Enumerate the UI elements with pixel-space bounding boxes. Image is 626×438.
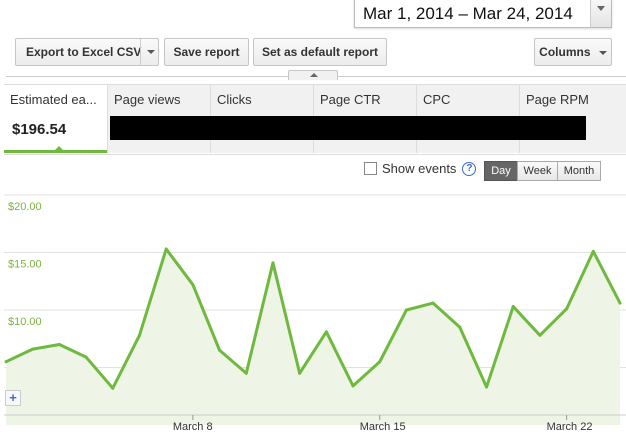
export-dropdown-icon[interactable] xyxy=(147,50,155,54)
redacted-metric-values xyxy=(110,116,586,140)
metric-tab-estimated-earnings[interactable]: Estimated ea... $196.54 xyxy=(4,85,108,153)
metric-label: Page views xyxy=(114,92,181,107)
data-point xyxy=(618,301,622,305)
data-point xyxy=(4,360,8,364)
data-point xyxy=(191,283,195,287)
show-events-label: Show events xyxy=(382,161,457,176)
export-dropdown-divider xyxy=(140,39,141,65)
x-tick-label: March 15 xyxy=(360,421,406,433)
data-point xyxy=(591,249,595,253)
export-csv-label: Export to Excel CSV xyxy=(26,45,142,59)
date-range-picker[interactable]: Mar 1, 2014 – Mar 24, 2014 xyxy=(354,0,612,28)
columns-dropdown-icon xyxy=(598,50,607,55)
data-point xyxy=(164,247,168,251)
expand-icon[interactable]: + xyxy=(5,390,21,406)
y-tick-label: $20.00 xyxy=(8,201,42,213)
metric-label: Page CTR xyxy=(320,92,381,107)
metric-label: Clicks xyxy=(217,92,252,107)
data-point xyxy=(137,333,141,337)
collapse-toolbar-icon[interactable] xyxy=(288,70,338,80)
data-point xyxy=(511,305,515,309)
data-point xyxy=(431,301,435,305)
data-point xyxy=(218,348,222,352)
data-point xyxy=(404,308,408,312)
data-point xyxy=(271,261,275,265)
data-point xyxy=(565,307,569,311)
y-tick-label: $10.00 xyxy=(8,316,42,328)
series-area xyxy=(6,249,620,425)
earnings-chart: $20.00$15.00$10.00$5.00March 8March 15Ma… xyxy=(4,194,626,433)
columns-button[interactable]: Columns xyxy=(534,38,612,66)
metric-label: Page RPM xyxy=(526,92,589,107)
save-report-button[interactable]: Save report xyxy=(164,38,249,66)
metric-label: Estimated ea... xyxy=(10,92,97,107)
view-week-button[interactable]: Week xyxy=(517,161,558,181)
data-point xyxy=(324,330,328,334)
data-point xyxy=(485,385,489,389)
y-tick-label: $15.00 xyxy=(8,259,42,271)
metric-value: $196.54 xyxy=(12,121,67,138)
data-point xyxy=(298,371,302,375)
show-events-checkbox[interactable] xyxy=(364,162,377,175)
data-point xyxy=(538,333,542,337)
set-default-report-button[interactable]: Set as default report xyxy=(253,38,387,66)
x-tick-label: March 8 xyxy=(173,421,213,433)
view-day-button[interactable]: Day xyxy=(484,161,518,181)
show-events-toggle[interactable]: Show events ? xyxy=(364,161,477,176)
data-point xyxy=(458,325,462,329)
metrics-bottom-border xyxy=(4,154,626,155)
data-point xyxy=(84,355,88,359)
columns-label: Columns xyxy=(539,45,591,59)
date-range-dropdown-icon[interactable] xyxy=(590,0,612,28)
view-month-button[interactable]: Month xyxy=(557,161,601,181)
data-point xyxy=(351,384,355,388)
data-point xyxy=(244,371,248,375)
help-icon[interactable]: ? xyxy=(462,161,477,176)
data-point xyxy=(57,343,61,346)
data-point xyxy=(378,360,382,364)
x-tick-label: March 22 xyxy=(547,421,593,433)
metric-label: CPC xyxy=(423,92,451,107)
data-point xyxy=(31,347,35,351)
active-metric-pointer xyxy=(54,146,64,151)
export-csv-button[interactable]: Export to Excel CSV xyxy=(15,38,159,66)
data-point xyxy=(111,386,115,390)
